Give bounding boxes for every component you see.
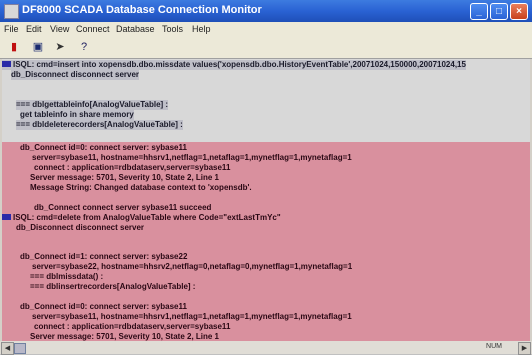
menu-database[interactable]: Database — [116, 24, 155, 34]
toolbar: ▮ ▣ ➤ ? — [0, 36, 532, 59]
log-marker-icon — [2, 61, 11, 67]
close-button[interactable]: × — [510, 3, 528, 20]
run-icon[interactable]: ➤ — [52, 39, 68, 55]
menu-help[interactable]: Help — [192, 24, 211, 34]
log-marker-icon — [2, 214, 11, 220]
log-output[interactable]: ISQL: cmd=insert into xopensdb.dbo.missd… — [2, 59, 530, 341]
maximize-button[interactable]: □ — [490, 3, 508, 20]
log-line: db_Connect id=0: connect server: sybase1… — [20, 302, 187, 311]
menu-bar: File Edit View Connect Database Tools He… — [0, 22, 532, 36]
log-line: Server message: 5701, Severity 10, State… — [30, 173, 220, 182]
status-indicator: NUM — [486, 343, 502, 350]
log-text: ISQL: cmd=delete from AnalogValueTable w… — [13, 213, 281, 222]
log-line: server=sybase11, hostname=hhsrv1,netflag… — [32, 312, 352, 321]
log-line: db_Connect id=1: connect server: sybase2… — [20, 252, 188, 261]
log-line: db_Disconnect disconnect server — [11, 70, 140, 80]
menu-tools[interactable]: Tools — [162, 24, 183, 34]
stop-icon[interactable]: ▮ — [6, 39, 22, 55]
log-line: connect : application=rdbdataserv,server… — [34, 163, 231, 172]
app-icon — [4, 4, 19, 19]
log-line: db_Disconnect disconnect server — [16, 223, 145, 232]
log-line: === dbldeleterecorders[AnalogValueTable]… — [16, 120, 183, 130]
log-line: connect : application=rdbdataserv,server… — [34, 322, 231, 331]
menu-connect[interactable]: Connect — [76, 24, 110, 34]
app-window: DF8000 SCADA Database Connection Monitor… — [0, 0, 532, 355]
scroll-thumb[interactable] — [14, 343, 26, 354]
scroll-right-icon[interactable]: ▶ — [518, 342, 531, 355]
log-text: ISQL: cmd=insert into xopensdb.dbo.missd… — [13, 60, 466, 69]
log-line: ISQL: cmd=delete from AnalogValueTable w… — [2, 213, 281, 223]
log-line: === dblinsertrecorders[AnalogValueTable]… — [30, 282, 196, 291]
minimize-button[interactable]: _ — [470, 3, 488, 20]
log-line: === dblgettableinfo[AnalogValueTable] : — [16, 100, 169, 110]
log-line: ISQL: cmd=insert into xopensdb.dbo.missd… — [2, 60, 466, 70]
menu-file[interactable]: File — [4, 24, 19, 34]
log-line: Message String: Changed database context… — [30, 183, 252, 192]
scroll-left-icon[interactable]: ◀ — [1, 342, 14, 355]
window-title: DF8000 SCADA Database Connection Monitor — [22, 4, 262, 16]
save-icon[interactable]: ▣ — [30, 39, 46, 55]
title-bar[interactable]: DF8000 SCADA Database Connection Monitor… — [0, 0, 532, 22]
log-line: === dblmissdata() : — [30, 272, 104, 281]
help-icon[interactable]: ? — [76, 39, 92, 55]
log-line: db_Connect connect server sybase11 succe… — [34, 203, 212, 212]
log-line: get tableinfo in share memory — [20, 110, 134, 120]
log-line: server=sybase11, hostname=hhsrv1,netflag… — [32, 153, 352, 162]
horizontal-scrollbar[interactable]: ◀ ▶ NUM — [0, 341, 532, 355]
log-line: db_Connect id=0: connect server: sybase1… — [20, 143, 187, 152]
log-line: server=sybase22, hostname=hhsrv2,netflag… — [32, 262, 353, 271]
menu-edit[interactable]: Edit — [26, 24, 42, 34]
log-line: Server message: 5701, Severity 10, State… — [30, 332, 220, 341]
menu-view[interactable]: View — [50, 24, 69, 34]
